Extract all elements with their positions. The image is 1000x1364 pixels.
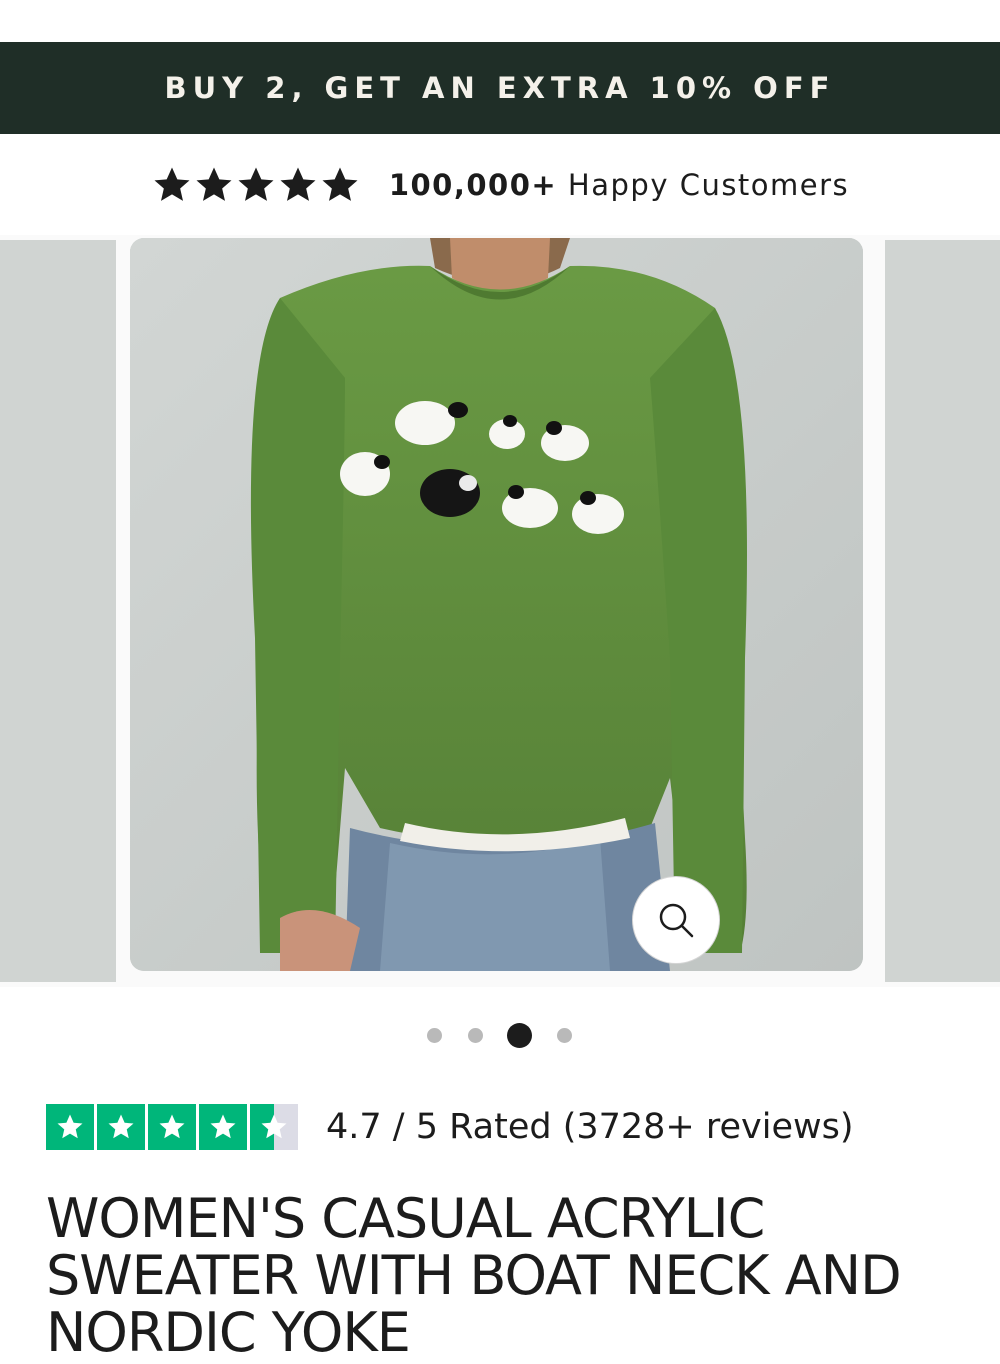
pagination-dot-active[interactable] <box>507 1023 532 1048</box>
trustpilot-half-star-icon <box>250 1104 298 1150</box>
gallery-pagination <box>0 1022 1000 1048</box>
next-slide-image[interactable] <box>885 240 1000 982</box>
trustpilot-stars <box>46 1104 298 1150</box>
trustpilot-star-icon <box>199 1104 247 1150</box>
star-icon <box>154 167 190 201</box>
rating-summary: 4.7 / 5 Rated (3728+ reviews) <box>326 1107 854 1147</box>
pagination-dot[interactable] <box>557 1028 572 1043</box>
trustpilot-star-icon <box>148 1104 196 1150</box>
star-icon <box>280 167 316 201</box>
sweater-photo <box>130 238 863 971</box>
previous-slide-image[interactable] <box>0 240 116 982</box>
star-icon <box>238 167 274 201</box>
trustpilot-rating[interactable]: 4.7 / 5 Rated (3728+ reviews) <box>46 1102 854 1152</box>
five-star-rating <box>151 165 361 205</box>
zoom-button[interactable] <box>632 876 720 964</box>
star-icon <box>196 167 232 201</box>
product-title: WOMEN'S CASUAL ACRYLIC SWEATER WITH BOAT… <box>46 1187 902 1364</box>
pagination-dot[interactable] <box>468 1028 483 1043</box>
social-proof: 100,000+ Happy Customers <box>0 150 1000 220</box>
product-main-image[interactable] <box>130 238 863 971</box>
promo-banner[interactable]: BUY 2, GET AN EXTRA 10% OFF <box>0 42 1000 134</box>
promo-text: BUY 2, GET AN EXTRA 10% OFF <box>164 71 836 105</box>
star-icon <box>322 167 358 201</box>
magnifier-icon <box>659 903 694 938</box>
customer-count: 100,000+ <box>388 168 558 202</box>
trustpilot-star-icon <box>46 1104 94 1150</box>
trustpilot-star-icon <box>97 1104 145 1150</box>
pagination-dot[interactable] <box>427 1028 442 1043</box>
customer-label: Happy Customers <box>567 168 850 202</box>
product-image-gallery[interactable] <box>0 235 1000 987</box>
